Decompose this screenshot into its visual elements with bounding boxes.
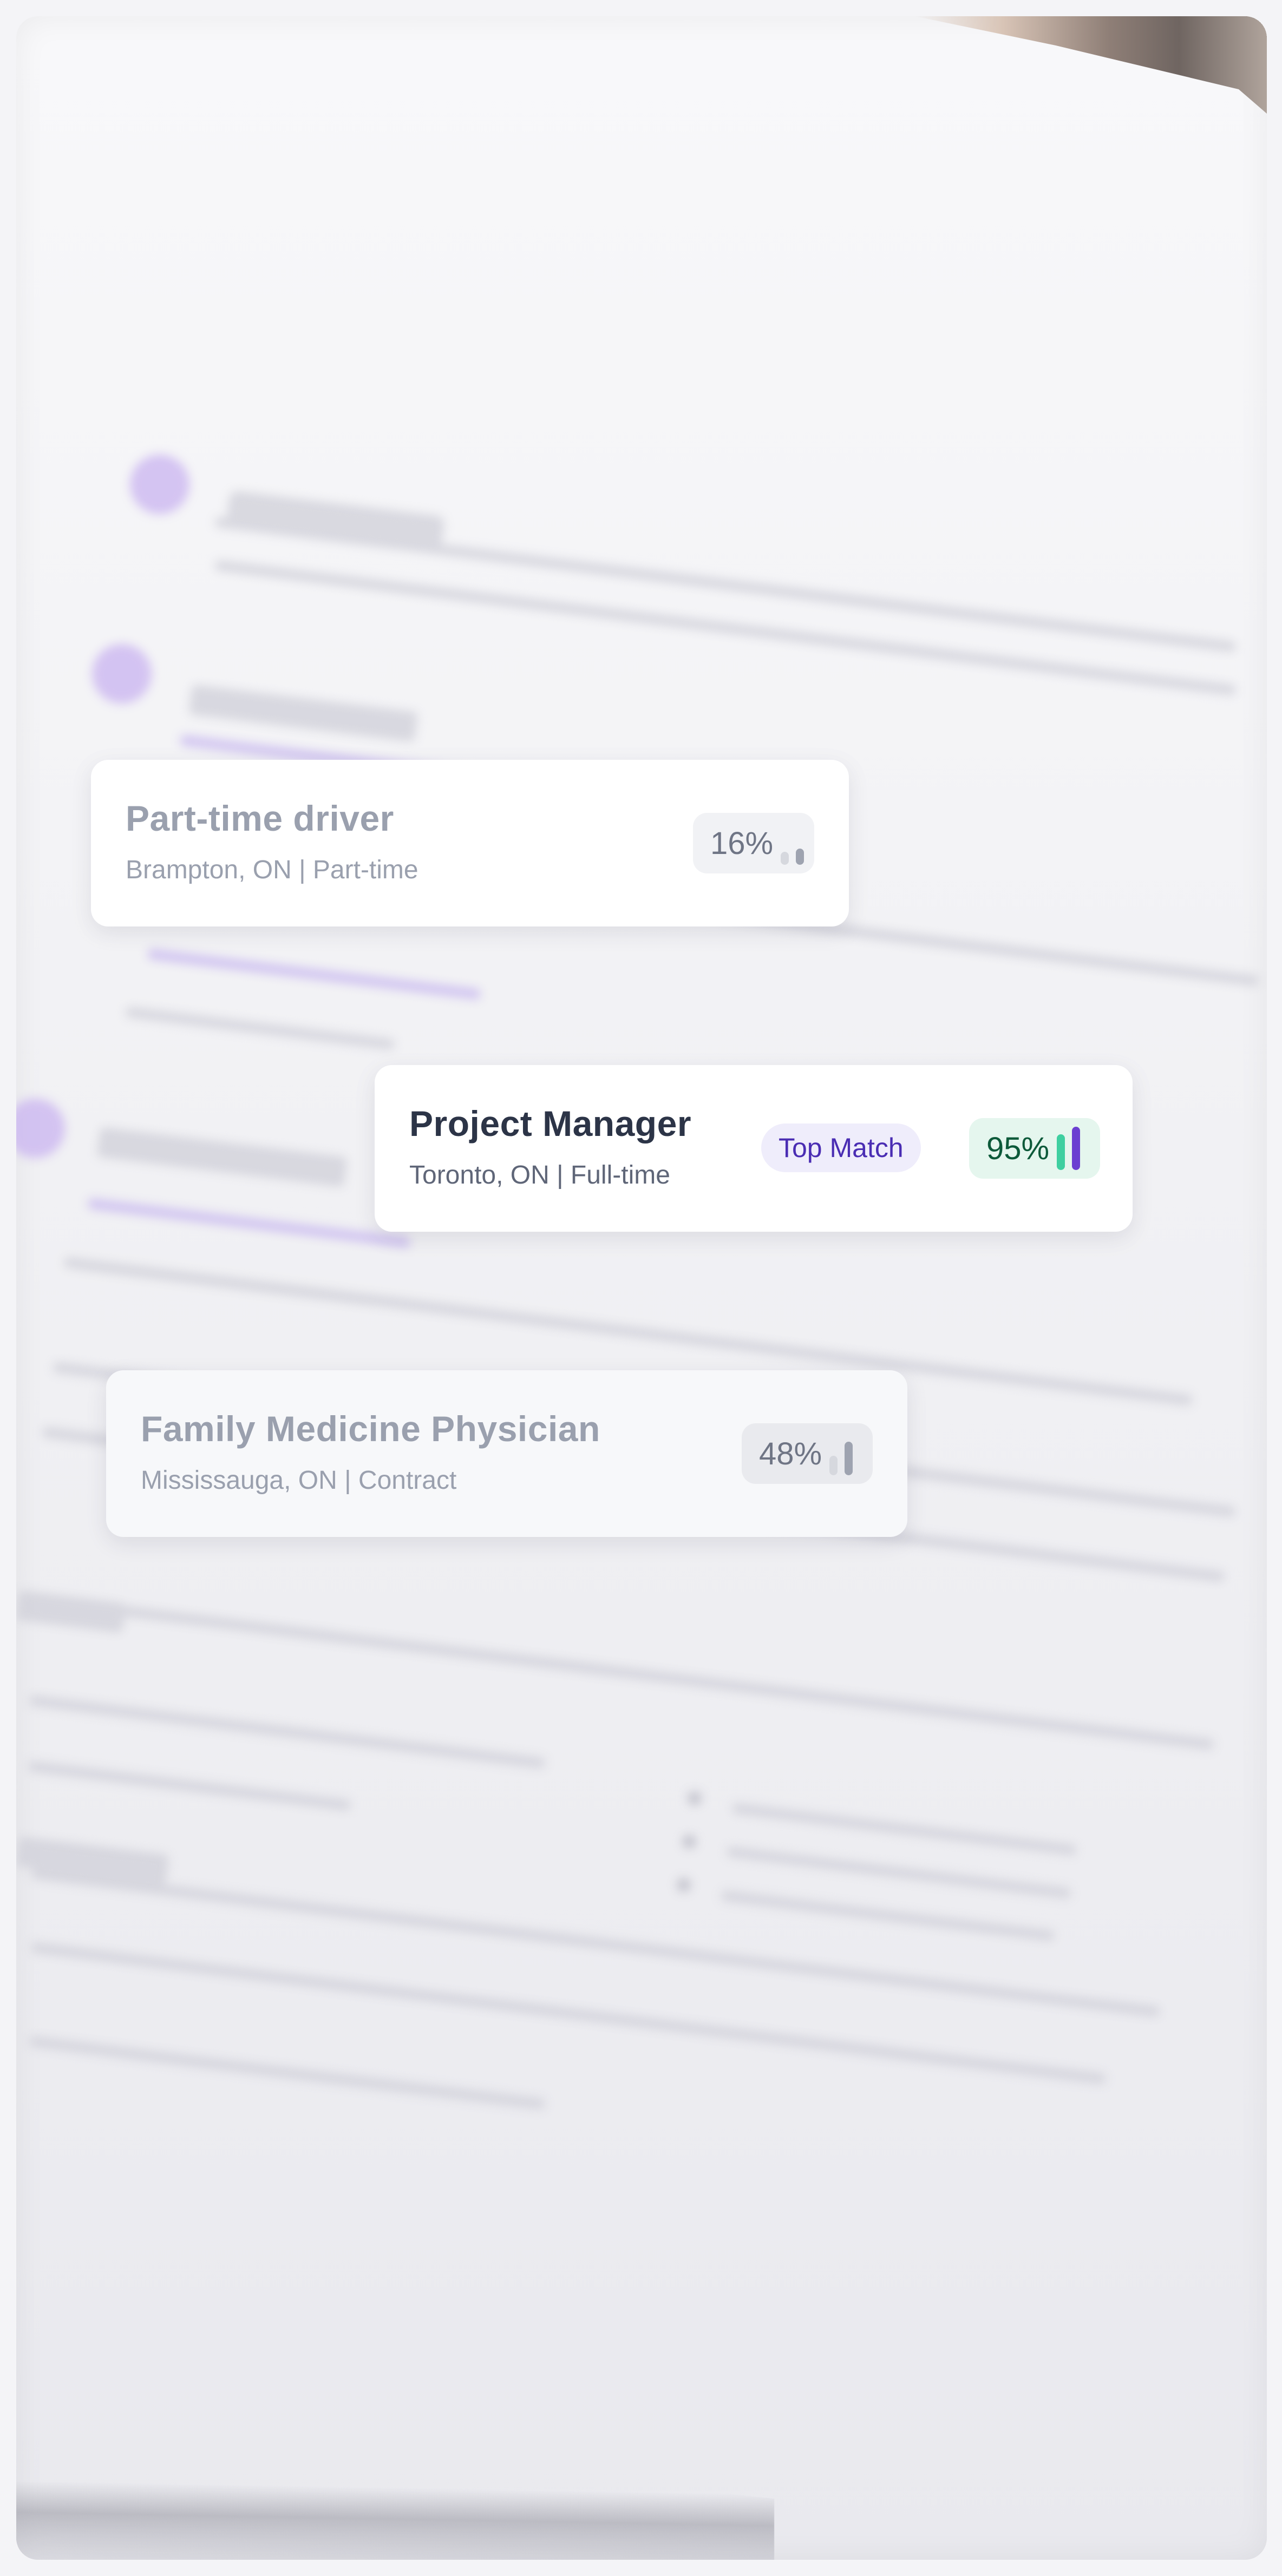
match-percent: 16% [710,825,774,861]
text-line-shape [28,2035,546,2110]
signal-bar [1072,1127,1081,1170]
text-line-shape [87,1198,411,1248]
job-title: Part-time driver [126,798,394,838]
text-line-shape [731,1803,1077,1856]
match-percent: 95% [986,1131,1050,1166]
match-percent: 48% [759,1436,822,1471]
match-score-pill: 16% [693,813,814,873]
match-score-pill: 95% [969,1118,1100,1179]
heading-line-shape [96,1127,348,1187]
signal-bars-icon [781,822,808,865]
text-line-shape [147,948,481,1000]
job-match-card[interactable]: Family Medicine Physician Mississauga, O… [106,1370,907,1537]
list-bullet-icon [677,1878,691,1892]
signal-bar [781,852,789,865]
background-blur-layer [16,16,1267,2560]
top-match-badge: Top Match [761,1123,921,1172]
job-match-card[interactable]: Project Manager Toronto, ON | Full-time … [375,1065,1133,1232]
job-location-type: Mississauga, ON | Contract [141,1466,457,1495]
signal-bar [829,1456,838,1475]
text-line-shape [721,1890,1055,1942]
job-title: Family Medicine Physician [141,1409,600,1449]
signal-bar [845,1442,853,1475]
job-location-type: Brampton, ON | Part-time [126,856,418,884]
heading-line-shape [188,684,418,742]
signal-bar [796,849,804,865]
text-line-shape [30,1868,1161,2018]
text-line-shape [28,1694,546,1769]
job-title: Project Manager [409,1103,691,1144]
text-line-shape [125,1006,395,1050]
background-resume-document [16,16,1267,2560]
section-bullet-icon [130,455,189,514]
section-bullet-icon [16,1099,65,1158]
job-location-type: Toronto, ON | Full-time [409,1161,670,1190]
match-score-pill: 48% [742,1423,873,1484]
signal-bars-icon [829,1432,856,1475]
signal-bar [1057,1134,1065,1170]
section-bullet-icon [92,644,152,704]
signal-bars-icon [1057,1127,1084,1170]
text-line-shape [726,1846,1071,1899]
job-match-card[interactable]: Part-time driver Brampton, ON | Part-tim… [91,760,849,926]
list-bullet-icon [682,1835,696,1849]
text-line-shape [28,1760,351,1811]
list-bullet-icon [688,1791,702,1805]
